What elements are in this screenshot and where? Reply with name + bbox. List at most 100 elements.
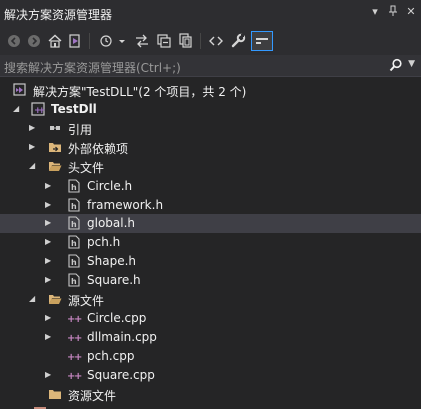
collapsed-arrow-icon[interactable]: ▶ (45, 331, 55, 343)
collapsed-arrow-icon[interactable]: ▶ (45, 180, 55, 192)
svg-text:+: + (74, 314, 82, 325)
svg-text:h: h (71, 258, 77, 267)
solution-explorer-panel: 解决方案资源管理器 ▾ ✕ 搜索解决方案资源管理器(Ctrl+;) ▼ 解决方案… (0, 0, 421, 409)
references-icon (48, 121, 62, 135)
file-label: Shape.h (87, 254, 136, 268)
auto-hide-pin-icon[interactable] (387, 5, 399, 20)
pending-changes-filter-button[interactable] (98, 31, 128, 51)
file-label: Circle.cpp (87, 311, 147, 325)
search-options-dropdown-icon[interactable]: ▼ (408, 59, 415, 69)
tree-item-file[interactable]: + + pch.cpp (0, 347, 421, 366)
svg-text:+: + (74, 352, 82, 363)
svg-text:h: h (71, 277, 77, 286)
tree-item-header-files-folder[interactable]: ◢ 头文件 (0, 157, 421, 176)
external-dependencies-label: 外部依赖项 (68, 142, 129, 156)
cpp-project-icon: + + (31, 102, 46, 116)
solution-icon (13, 83, 27, 97)
home-button[interactable] (45, 31, 65, 51)
header-file-icon: h (67, 216, 81, 230)
folder-icon (48, 387, 62, 401)
collapsed-arrow-icon[interactable]: ▶ (45, 236, 55, 248)
view-code-button[interactable] (206, 31, 226, 51)
file-label: Square.h (87, 273, 141, 287)
svg-text:h: h (71, 202, 77, 211)
window-position-dropdown-icon[interactable]: ▾ (369, 5, 381, 20)
expanded-arrow-icon[interactable]: ◢ (29, 293, 39, 305)
tree-item-file[interactable]: ▶ + + Square.cpp (0, 366, 421, 385)
file-label: framework.h (87, 198, 164, 212)
header-file-icon: h (67, 273, 81, 287)
toolbar-separator (200, 33, 201, 49)
cpp-file-icon: + + (67, 330, 82, 344)
cpp-file-icon: + + (67, 311, 82, 325)
external-dependencies-icon (48, 140, 62, 154)
header-files-label: 头文件 (68, 161, 105, 175)
back-button[interactable] (4, 31, 24, 51)
file-label: global.h (87, 216, 136, 230)
project-label: TestDll (51, 102, 97, 116)
resource-files-label: 资源文件 (68, 389, 117, 403)
tree-item-file[interactable]: ▶ h Shape.h (0, 252, 421, 271)
tree-item-external-dependencies[interactable]: ▶ 外部依赖项 (0, 138, 421, 157)
header-file-icon: h (67, 179, 81, 193)
collapsed-arrow-icon[interactable]: ▶ (45, 312, 55, 324)
tree-item-resource-files-folder[interactable]: 资源文件 (0, 385, 421, 404)
search-input[interactable]: 搜索解决方案资源管理器(Ctrl+;) (4, 59, 181, 76)
file-label: pch.cpp (87, 349, 135, 363)
collapsed-arrow-icon[interactable]: ▶ (45, 199, 55, 211)
file-label: pch.h (87, 235, 121, 249)
expanded-arrow-icon[interactable]: ◢ (29, 160, 39, 172)
collapsed-arrow-icon[interactable]: ▶ (45, 255, 55, 267)
tree-item-file[interactable]: ▶ h framework.h (0, 196, 421, 215)
file-label: dllmain.cpp (87, 330, 157, 344)
properties-wrench-button[interactable] (228, 31, 248, 51)
header-file-icon: h (67, 254, 81, 268)
tree-item-file[interactable]: ▶ h pch.h (0, 233, 421, 252)
window-controls: ▾ ✕ (369, 5, 417, 20)
open-folder-icon (48, 159, 62, 173)
toolbar-separator (89, 33, 90, 49)
svg-text:h: h (71, 183, 77, 192)
open-folder-icon (48, 292, 62, 306)
tree-item-file[interactable]: ▶ h Square.h (0, 271, 421, 290)
collapsed-arrow-icon[interactable]: ▶ (29, 122, 39, 134)
title-bar: 解决方案资源管理器 ▾ ✕ (0, 0, 421, 27)
collapse-all-button[interactable] (154, 31, 174, 51)
references-label: 引用 (68, 123, 93, 137)
tree-item-file[interactable]: ▶ + + dllmain.cpp (0, 328, 421, 347)
svg-text:+: + (74, 371, 82, 382)
sync-with-active-document-button[interactable] (132, 31, 152, 51)
solution-label: 解决方案"TestDLL"(2 个项目，共 2 个) (33, 85, 247, 99)
cpp-file-icon: + + (67, 368, 82, 382)
search-icon[interactable] (389, 58, 403, 72)
preview-selected-items-button[interactable] (251, 31, 273, 51)
tree-item-project[interactable]: ◢ + + TestDll (0, 100, 421, 119)
expanded-arrow-icon[interactable]: ◢ (13, 103, 23, 115)
close-icon[interactable]: ✕ (405, 5, 417, 20)
header-file-icon: h (67, 235, 81, 249)
tree-item-file[interactable]: ▶ h Circle.h (0, 177, 421, 196)
file-label: Circle.h (87, 179, 133, 193)
tree-item-partial (0, 404, 421, 409)
source-files-label: 源文件 (68, 294, 105, 308)
tree-item-references[interactable]: ▶ 引用 (0, 119, 421, 138)
switch-views-button[interactable] (65, 31, 85, 51)
panel-title: 解决方案资源管理器 (4, 8, 113, 22)
svg-text:h: h (71, 239, 77, 248)
search-box[interactable]: 搜索解决方案资源管理器(Ctrl+;) ▼ (0, 55, 421, 77)
show-all-files-button[interactable] (176, 31, 196, 51)
svg-text:+: + (74, 333, 82, 344)
collapsed-arrow-icon[interactable]: ▶ (45, 369, 55, 381)
svg-text:+: + (38, 106, 45, 116)
tree-item-solution[interactable]: 解决方案"TestDLL"(2 个项目，共 2 个) (0, 81, 421, 100)
collapsed-arrow-icon[interactable]: ▶ (45, 217, 55, 229)
tree-item-file[interactable]: ▶ + + Circle.cpp (0, 309, 421, 328)
header-file-icon: h (67, 198, 81, 212)
collapsed-arrow-icon[interactable]: ▶ (29, 141, 39, 153)
tree-item-file-selected[interactable]: ▶ h global.h (0, 214, 421, 233)
forward-button[interactable] (24, 31, 44, 51)
toolbar (0, 27, 421, 55)
collapsed-arrow-icon[interactable]: ▶ (45, 274, 55, 286)
file-label: Square.cpp (87, 368, 155, 382)
tree-item-source-files-folder[interactable]: ◢ 源文件 (0, 290, 421, 309)
